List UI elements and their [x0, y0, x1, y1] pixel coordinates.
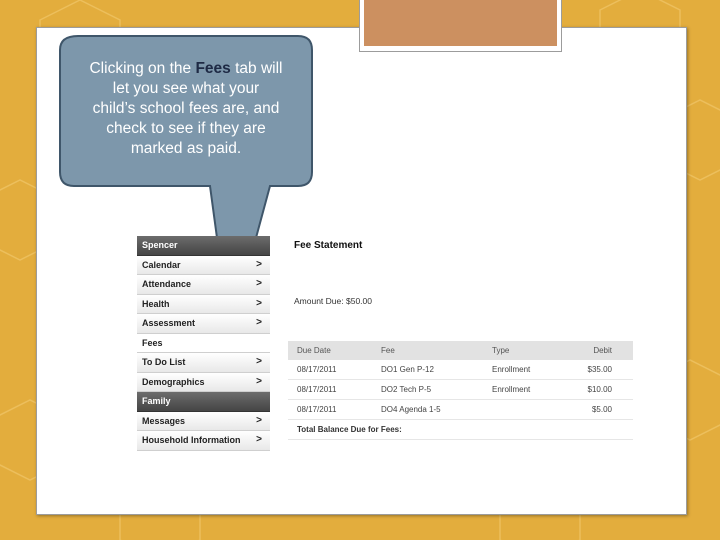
chevron-right-icon: > [256, 375, 262, 387]
accent-block [364, 0, 557, 46]
chevron-right-icon: > [256, 278, 262, 289]
total-balance-label: Total Balance Due for Fees: [288, 420, 633, 440]
sidebar-item-calendar[interactable]: Calendar > [137, 255, 270, 275]
amount-due: Amount Due: $50.00 [294, 296, 372, 306]
column-header-fee: Fee [381, 346, 395, 355]
sidebar-item-demographics[interactable]: Demographics > [137, 372, 270, 392]
chevron-right-icon: > [256, 258, 262, 270]
sidebar-nav: Spencer Calendar > Attendance > Health > As… [137, 236, 270, 451]
cell-fee: DO4 Agenda 1-5 [381, 405, 441, 414]
column-header-due-date: Due Date [297, 346, 331, 355]
accent-frame [359, 0, 562, 52]
fee-statement-title: Fee Statement [294, 240, 363, 251]
cell-fee: DO2 Tech P-5 [381, 385, 432, 394]
cell-due-date: 08/17/2011 [297, 365, 337, 374]
table-row: 08/17/2011 DO4 Agenda 1-5 $5.00 [288, 400, 633, 420]
table-row: 08/17/2011 DO1 Gen P-12 Enrollment $35.0… [288, 360, 633, 380]
sidebar-item-todo[interactable]: To Do List > [137, 353, 270, 373]
cell-debit: $10.00 [587, 385, 612, 394]
sidebar-item-messages[interactable]: Messages > [137, 411, 270, 431]
sidebar-item-household[interactable]: Household Information > [137, 431, 270, 451]
cell-due-date: 08/17/2011 [297, 385, 337, 394]
cell-debit: $5.00 [591, 405, 612, 414]
table-header: Due Date Fee Type Debit [288, 341, 633, 360]
chevron-right-icon: > [256, 414, 262, 426]
sidebar-item-assessment[interactable]: Assessment > [137, 314, 270, 334]
student-name-header: Spencer [137, 236, 270, 256]
chevron-right-icon: > [256, 317, 262, 328]
family-header: Family [137, 392, 270, 412]
chevron-right-icon: > [256, 434, 262, 445]
column-header-type: Type [492, 346, 510, 355]
cell-type: Enrollment [492, 385, 531, 394]
column-header-debit: Debit [593, 346, 612, 355]
amount-due-label: Amount Due: [294, 296, 344, 306]
fees-highlight: Fees [195, 60, 231, 77]
cell-type: Enrollment [492, 365, 531, 374]
fee-table: Due Date Fee Type Debit 08/17/2011 DO1 G… [288, 341, 633, 440]
callout-text: Clicking on the Fees tab will let you se… [89, 60, 283, 157]
table-row: 08/17/2011 DO2 Tech P-5 Enrollment $10.0… [288, 380, 633, 400]
chevron-right-icon: > [256, 356, 262, 367]
cell-due-date: 08/17/2011 [297, 405, 337, 414]
sidebar-item-attendance[interactable]: Attendance > [137, 275, 270, 295]
cell-debit: $35.00 [587, 365, 612, 374]
chevron-right-icon: > [256, 297, 262, 309]
amount-due-value: $50.00 [346, 296, 372, 306]
sidebar-item-fees[interactable]: Fees [137, 333, 270, 353]
cell-fee: DO1 Gen P-12 [381, 365, 434, 374]
sidebar-item-health[interactable]: Health > [137, 294, 270, 314]
